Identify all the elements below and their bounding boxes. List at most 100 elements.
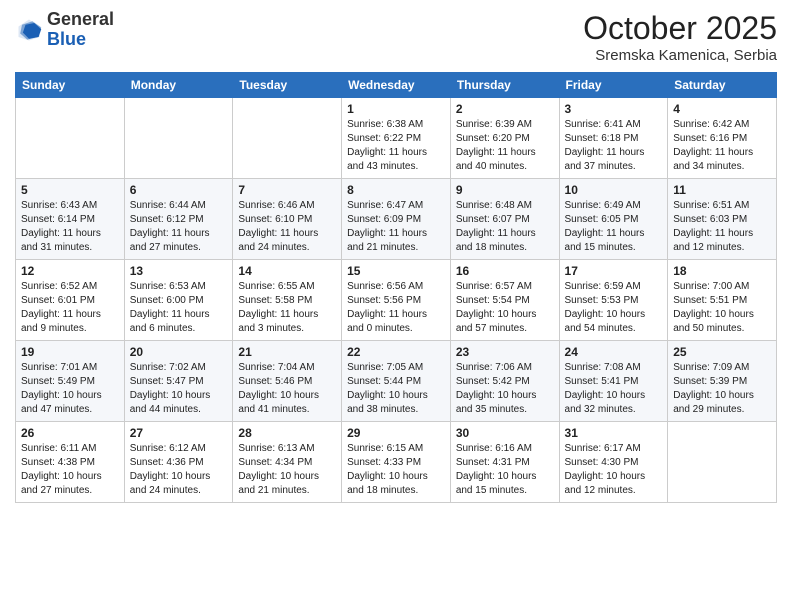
day-info: Sunrise: 6:48 AM Sunset: 6:07 PM Dayligh… <box>456 199 554 255</box>
day-info: Sunrise: 7:02 AM Sunset: 5:47 PM Dayligh… <box>130 361 228 417</box>
day-info: Sunrise: 6:56 AM Sunset: 5:56 PM Dayligh… <box>347 280 445 336</box>
calendar-cell: 17 Sunrise: 6:59 AM Sunset: 5:53 PM Dayli… <box>559 260 668 341</box>
calendar-cell: 22 Sunrise: 7:05 AM Sunset: 5:44 PM Dayli… <box>342 341 451 422</box>
day-info: Sunrise: 6:46 AM Sunset: 6:10 PM Dayligh… <box>238 199 336 255</box>
day-number: 1 <box>347 102 445 116</box>
day-number: 9 <box>456 183 554 197</box>
weekday-header-row: SundayMondayTuesdayWednesdayThursdayFrid… <box>16 73 777 98</box>
calendar-week-row: 5 Sunrise: 6:43 AM Sunset: 6:14 PM Daylig… <box>16 179 777 260</box>
weekday-header: Thursday <box>450 73 559 98</box>
day-info: Sunrise: 6:41 AM Sunset: 6:18 PM Dayligh… <box>565 118 663 174</box>
day-info: Sunrise: 6:59 AM Sunset: 5:53 PM Dayligh… <box>565 280 663 336</box>
day-number: 3 <box>565 102 663 116</box>
day-number: 20 <box>130 345 228 359</box>
calendar-cell: 9 Sunrise: 6:48 AM Sunset: 6:07 PM Daylig… <box>450 179 559 260</box>
calendar-cell: 3 Sunrise: 6:41 AM Sunset: 6:18 PM Daylig… <box>559 98 668 179</box>
calendar-week-row: 19Sunrise: 7:01 AM Sunset: 5:49 PM Dayli… <box>16 341 777 422</box>
calendar-cell: 12Sunrise: 6:52 AM Sunset: 6:01 PM Dayli… <box>16 260 125 341</box>
day-number: 22 <box>347 345 445 359</box>
day-info: Sunrise: 6:42 AM Sunset: 6:16 PM Dayligh… <box>673 118 771 174</box>
day-number: 7 <box>238 183 336 197</box>
day-info: Sunrise: 7:06 AM Sunset: 5:42 PM Dayligh… <box>456 361 554 417</box>
weekday-header: Saturday <box>668 73 777 98</box>
calendar-cell <box>16 98 125 179</box>
day-number: 6 <box>130 183 228 197</box>
day-number: 18 <box>673 264 771 278</box>
day-number: 8 <box>347 183 445 197</box>
day-number: 26 <box>21 426 119 440</box>
month-title: October 2025 <box>583 10 777 47</box>
day-info: Sunrise: 7:04 AM Sunset: 5:46 PM Dayligh… <box>238 361 336 417</box>
calendar: SundayMondayTuesdayWednesdayThursdayFrid… <box>15 72 777 503</box>
day-info: Sunrise: 6:49 AM Sunset: 6:05 PM Dayligh… <box>565 199 663 255</box>
page-header: General Blue October 2025 Sremska Kameni… <box>15 10 777 64</box>
calendar-cell: 1 Sunrise: 6:38 AM Sunset: 6:22 PM Daylig… <box>342 98 451 179</box>
calendar-cell: 20 Sunrise: 7:02 AM Sunset: 5:47 PM Dayli… <box>124 341 233 422</box>
calendar-cell <box>668 422 777 503</box>
calendar-cell: 15 Sunrise: 6:56 AM Sunset: 5:56 PM Dayli… <box>342 260 451 341</box>
day-number: 31 <box>565 426 663 440</box>
calendar-cell: 7 Sunrise: 6:46 AM Sunset: 6:10 PM Daylig… <box>233 179 342 260</box>
calendar-week-row: 12Sunrise: 6:52 AM Sunset: 6:01 PM Dayli… <box>16 260 777 341</box>
calendar-week-row: 26 Sunrise: 6:11 AM Sunset: 4:38 PM Dayli… <box>16 422 777 503</box>
day-number: 17 <box>565 264 663 278</box>
calendar-cell: 2 Sunrise: 6:39 AM Sunset: 6:20 PM Daylig… <box>450 98 559 179</box>
day-number: 15 <box>347 264 445 278</box>
calendar-cell <box>233 98 342 179</box>
day-info: Sunrise: 6:43 AM Sunset: 6:14 PM Dayligh… <box>21 199 119 255</box>
day-info: Sunrise: 7:09 AM Sunset: 5:39 PM Dayligh… <box>673 361 771 417</box>
day-number: 11 <box>673 183 771 197</box>
day-info: Sunrise: 6:17 AM Sunset: 4:30 PM Dayligh… <box>565 442 663 498</box>
calendar-cell: 29Sunrise: 6:15 AM Sunset: 4:33 PM Dayli… <box>342 422 451 503</box>
day-number: 2 <box>456 102 554 116</box>
day-info: Sunrise: 6:13 AM Sunset: 4:34 PM Dayligh… <box>238 442 336 498</box>
logo-icon <box>15 16 43 44</box>
day-info: Sunrise: 6:16 AM Sunset: 4:31 PM Dayligh… <box>456 442 554 498</box>
calendar-cell: 10 Sunrise: 6:49 AM Sunset: 6:05 PM Dayli… <box>559 179 668 260</box>
day-number: 16 <box>456 264 554 278</box>
logo-text: General Blue <box>47 10 114 50</box>
day-info: Sunrise: 7:05 AM Sunset: 5:44 PM Dayligh… <box>347 361 445 417</box>
calendar-cell <box>124 98 233 179</box>
calendar-cell: 6 Sunrise: 6:44 AM Sunset: 6:12 PM Daylig… <box>124 179 233 260</box>
weekday-header: Friday <box>559 73 668 98</box>
day-number: 23 <box>456 345 554 359</box>
calendar-cell: 4 Sunrise: 6:42 AM Sunset: 6:16 PM Daylig… <box>668 98 777 179</box>
day-number: 25 <box>673 345 771 359</box>
title-area: October 2025 Sremska Kamenica, Serbia <box>583 10 777 64</box>
day-number: 13 <box>130 264 228 278</box>
day-info: Sunrise: 6:51 AM Sunset: 6:03 PM Dayligh… <box>673 199 771 255</box>
day-info: Sunrise: 6:44 AM Sunset: 6:12 PM Dayligh… <box>130 199 228 255</box>
calendar-cell: 19Sunrise: 7:01 AM Sunset: 5:49 PM Dayli… <box>16 341 125 422</box>
day-info: Sunrise: 6:57 AM Sunset: 5:54 PM Dayligh… <box>456 280 554 336</box>
weekday-header: Monday <box>124 73 233 98</box>
day-number: 10 <box>565 183 663 197</box>
day-info: Sunrise: 6:12 AM Sunset: 4:36 PM Dayligh… <box>130 442 228 498</box>
location: Sremska Kamenica, Serbia <box>583 47 777 64</box>
calendar-cell: 25 Sunrise: 7:09 AM Sunset: 5:39 PM Dayli… <box>668 341 777 422</box>
day-number: 21 <box>238 345 336 359</box>
calendar-cell: 5 Sunrise: 6:43 AM Sunset: 6:14 PM Daylig… <box>16 179 125 260</box>
day-number: 28 <box>238 426 336 440</box>
day-info: Sunrise: 6:52 AM Sunset: 6:01 PM Dayligh… <box>21 280 119 336</box>
day-number: 4 <box>673 102 771 116</box>
day-info: Sunrise: 7:00 AM Sunset: 5:51 PM Dayligh… <box>673 280 771 336</box>
day-info: Sunrise: 7:08 AM Sunset: 5:41 PM Dayligh… <box>565 361 663 417</box>
day-number: 14 <box>238 264 336 278</box>
calendar-cell: 11 Sunrise: 6:51 AM Sunset: 6:03 PM Dayli… <box>668 179 777 260</box>
calendar-cell: 30 Sunrise: 6:16 AM Sunset: 4:31 PM Dayli… <box>450 422 559 503</box>
day-info: Sunrise: 6:38 AM Sunset: 6:22 PM Dayligh… <box>347 118 445 174</box>
calendar-cell: 28 Sunrise: 6:13 AM Sunset: 4:34 PM Dayli… <box>233 422 342 503</box>
day-number: 30 <box>456 426 554 440</box>
day-info: Sunrise: 6:39 AM Sunset: 6:20 PM Dayligh… <box>456 118 554 174</box>
day-info: Sunrise: 6:11 AM Sunset: 4:38 PM Dayligh… <box>21 442 119 498</box>
calendar-cell: 21 Sunrise: 7:04 AM Sunset: 5:46 PM Dayli… <box>233 341 342 422</box>
calendar-cell: 24Sunrise: 7:08 AM Sunset: 5:41 PM Dayli… <box>559 341 668 422</box>
weekday-header: Wednesday <box>342 73 451 98</box>
calendar-cell: 31 Sunrise: 6:17 AM Sunset: 4:30 PM Dayli… <box>559 422 668 503</box>
day-number: 27 <box>130 426 228 440</box>
day-info: Sunrise: 7:01 AM Sunset: 5:49 PM Dayligh… <box>21 361 119 417</box>
calendar-cell: 16 Sunrise: 6:57 AM Sunset: 5:54 PM Dayli… <box>450 260 559 341</box>
calendar-cell: 13Sunrise: 6:53 AM Sunset: 6:00 PM Dayli… <box>124 260 233 341</box>
day-number: 5 <box>21 183 119 197</box>
